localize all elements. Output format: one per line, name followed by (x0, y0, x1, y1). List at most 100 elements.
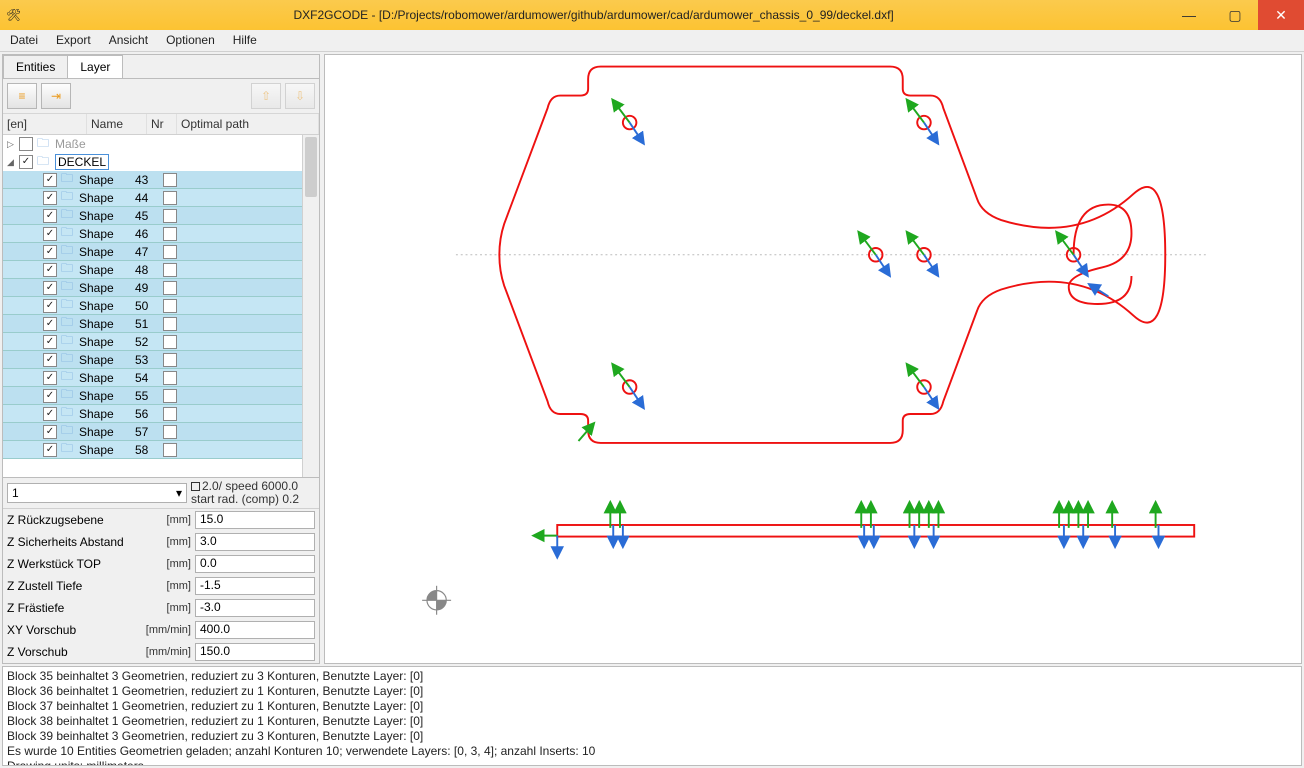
param-value[interactable]: -3.0 (195, 599, 315, 617)
tree-row-masse[interactable]: ▷ 🗀 Maße (3, 135, 319, 153)
tree-row-shape[interactable]: 🗀 Shape 47 (3, 243, 319, 261)
title-bar: 🛠 DXF2GCODE - [D:/Projects/robomower/ard… (0, 0, 1304, 30)
log-line: Block 39 beinhaltet 3 Geometrien, reduzi… (7, 729, 1297, 744)
toolbar-btn-up[interactable]: ⇧ (251, 83, 281, 109)
window-title: DXF2GCODE - [D:/Projects/robomower/ardum… (21, 8, 1166, 22)
checkbox[interactable] (43, 443, 57, 457)
tree-row-shape[interactable]: 🗀 Shape 49 (3, 279, 319, 297)
checkbox[interactable] (43, 389, 57, 403)
toolbar-btn-2[interactable]: ⇥ (41, 83, 71, 109)
optimal-checkbox[interactable] (163, 353, 177, 367)
parameters-panel: 1 ▾ 2.0/ speed 6000.0 start rad. (comp) … (3, 477, 319, 663)
expander-icon[interactable]: ◢ (7, 157, 19, 168)
checkbox[interactable] (43, 263, 57, 277)
param-value[interactable]: 150.0 (195, 643, 315, 661)
tree-row-shape[interactable]: 🗀 Shape 48 (3, 261, 319, 279)
optimal-checkbox[interactable] (163, 209, 177, 223)
param-unit: [mm/min] (139, 624, 191, 636)
close-button[interactable]: ✕ (1258, 0, 1304, 30)
checkbox[interactable] (43, 317, 57, 331)
checkbox[interactable] (43, 245, 57, 259)
param-label: Z Werkstück TOP (7, 557, 135, 571)
checkbox[interactable] (43, 209, 57, 223)
param-unit: [mm] (139, 558, 191, 570)
drawing-canvas[interactable] (325, 55, 1301, 663)
toolbar-btn-down[interactable]: ⇩ (285, 83, 315, 109)
checkbox[interactable] (19, 137, 33, 151)
checkbox[interactable] (43, 227, 57, 241)
shape-nr: 57 (135, 425, 163, 439)
param-value[interactable]: -1.5 (195, 577, 315, 595)
param-info: 2.0/ speed 6000.0 start rad. (comp) 0.2 (191, 480, 299, 506)
checkbox[interactable] (43, 407, 57, 421)
tree-row-shape[interactable]: 🗀 Shape 50 (3, 297, 319, 315)
checkbox[interactable] (43, 299, 57, 313)
minimize-button[interactable]: — (1166, 0, 1212, 30)
toolbar-btn-1[interactable]: ≡ (7, 83, 37, 109)
param-label: Z Vorschub (7, 645, 135, 659)
expander-icon[interactable]: ▷ (7, 139, 19, 150)
tree-row-shape[interactable]: 🗀 Shape 52 (3, 333, 319, 351)
checkbox[interactable] (43, 281, 57, 295)
param-value[interactable]: 3.0 (195, 533, 315, 551)
menu-optionen[interactable]: Optionen (166, 33, 215, 48)
tab-layer[interactable]: Layer (67, 55, 123, 78)
tree-row-deckel[interactable]: ◢ 🗀 DECKEL (3, 153, 319, 171)
optimal-checkbox[interactable] (163, 407, 177, 421)
tree-row-shape[interactable]: 🗀 Shape 43 (3, 171, 319, 189)
shape-name: Shape (79, 371, 135, 385)
menu-ansicht[interactable]: Ansicht (109, 33, 148, 48)
log-line: Drawing units: millimeters (7, 759, 1297, 766)
optimal-checkbox[interactable] (163, 317, 177, 331)
checkbox[interactable] (43, 353, 57, 367)
tree-row-shape[interactable]: 🗀 Shape 54 (3, 369, 319, 387)
shape-nr: 43 (135, 173, 163, 187)
optimal-checkbox[interactable] (163, 443, 177, 457)
tree-row-shape[interactable]: 🗀 Shape 46 (3, 225, 319, 243)
tree-row-shape[interactable]: 🗀 Shape 58 (3, 441, 319, 459)
tree-row-shape[interactable]: 🗀 Shape 55 (3, 387, 319, 405)
optimal-checkbox[interactable] (163, 389, 177, 403)
optimal-checkbox[interactable] (163, 371, 177, 385)
tree-row-shape[interactable]: 🗀 Shape 56 (3, 405, 319, 423)
checkbox[interactable] (43, 425, 57, 439)
optimal-checkbox[interactable] (163, 245, 177, 259)
canvas-viewport[interactable] (324, 54, 1302, 664)
tree-scrollbar[interactable] (302, 135, 319, 477)
tree-row-shape[interactable]: 🗀 Shape 44 (3, 189, 319, 207)
tree-row-shape[interactable]: 🗀 Shape 45 (3, 207, 319, 225)
param-unit: [mm] (139, 580, 191, 592)
tab-entities[interactable]: Entities (3, 55, 68, 78)
checkbox[interactable] (19, 155, 33, 169)
optimal-checkbox[interactable] (163, 191, 177, 205)
shape-name: Shape (79, 317, 135, 331)
menu-export[interactable]: Export (56, 33, 91, 48)
tree-row-shape[interactable]: 🗀 Shape 51 (3, 315, 319, 333)
checkbox[interactable] (43, 371, 57, 385)
tree-row-shape[interactable]: 🗀 Shape 57 (3, 423, 319, 441)
optimal-checkbox[interactable] (163, 335, 177, 349)
shape-name: Shape (79, 389, 135, 403)
menu-hilfe[interactable]: Hilfe (233, 33, 257, 48)
checkbox[interactable] (43, 335, 57, 349)
param-selector[interactable]: 1 ▾ (7, 483, 187, 503)
maximize-button[interactable]: ▢ (1212, 0, 1258, 30)
layer-tree[interactable]: ▷ 🗀 Maße ◢ 🗀 DECKEL 🗀 Shape 43 🗀 Shape 4… (3, 135, 319, 477)
optimal-checkbox[interactable] (163, 425, 177, 439)
app-icon: 🛠 (6, 8, 21, 22)
scrollbar-thumb[interactable] (305, 137, 317, 197)
param-value[interactable]: 400.0 (195, 621, 315, 639)
menu-datei[interactable]: Datei (10, 33, 38, 48)
optimal-checkbox[interactable] (163, 173, 177, 187)
checkbox[interactable] (43, 191, 57, 205)
checkbox[interactable] (43, 173, 57, 187)
optimal-checkbox[interactable] (163, 281, 177, 295)
col-name: Name (87, 114, 147, 134)
optimal-checkbox[interactable] (163, 227, 177, 241)
tree-row-shape[interactable]: 🗀 Shape 53 (3, 351, 319, 369)
optimal-checkbox[interactable] (163, 263, 177, 277)
optimal-checkbox[interactable] (163, 299, 177, 313)
log-panel[interactable]: Block 35 beinhaltet 3 Geometrien, reduzi… (2, 666, 1302, 766)
param-value[interactable]: 15.0 (195, 511, 315, 529)
param-value[interactable]: 0.0 (195, 555, 315, 573)
